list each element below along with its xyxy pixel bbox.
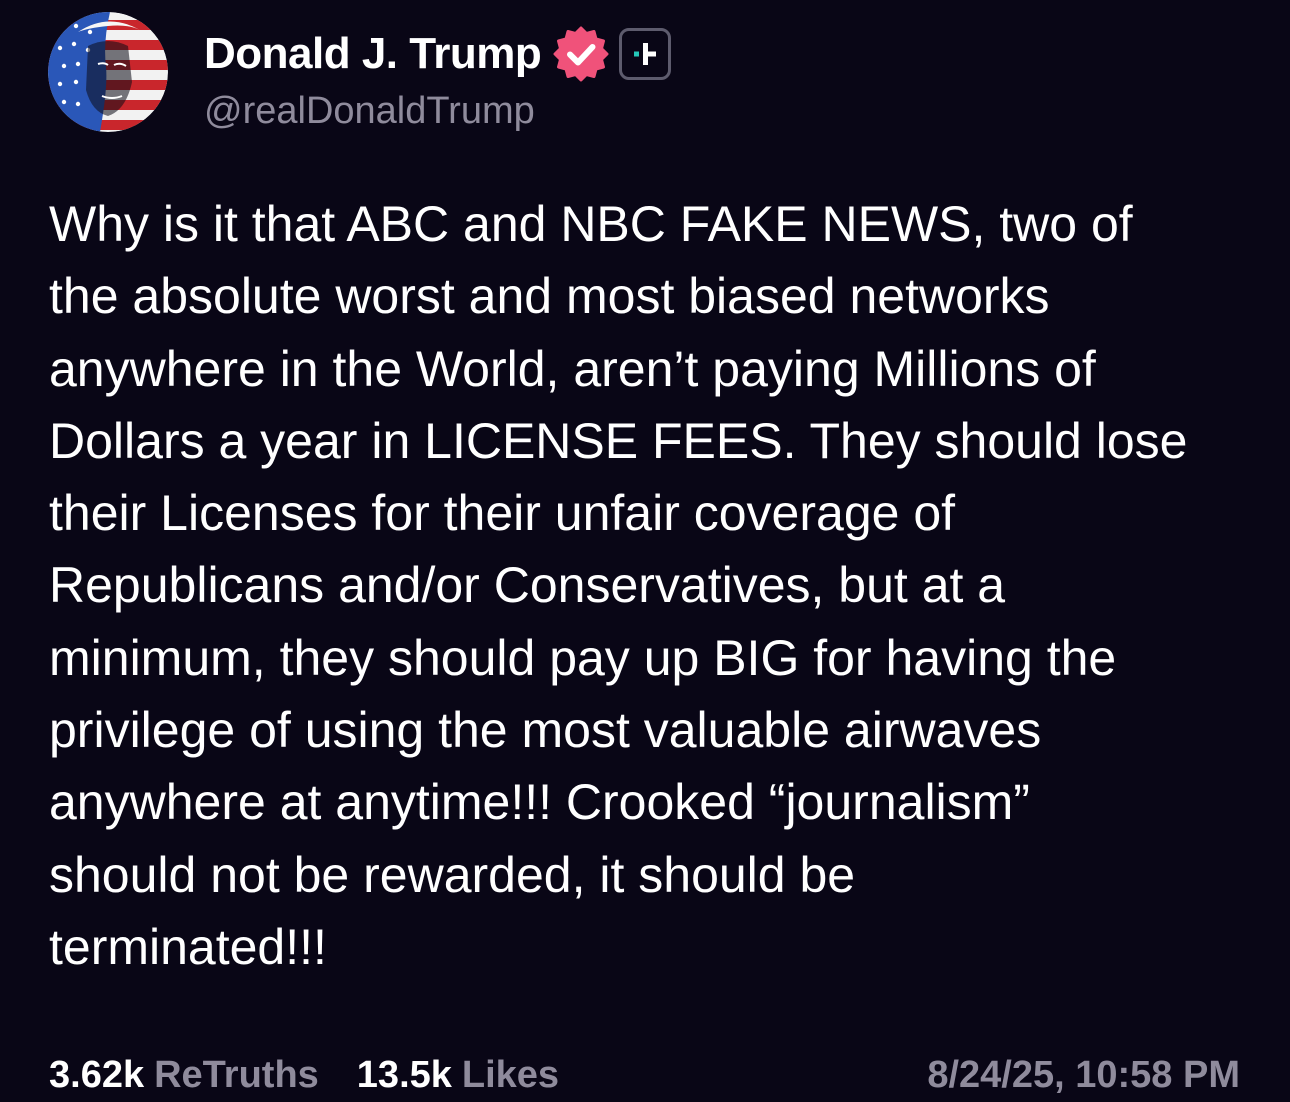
likes-stat[interactable]: 13.5k Likes xyxy=(357,1054,559,1097)
name-row: Donald J. Trump xyxy=(204,24,672,84)
post-body: Why is it that ABC and NBC FAKE NEWS, tw… xyxy=(49,196,1188,975)
avatar[interactable] xyxy=(48,12,168,132)
retruths-label: ReTruths xyxy=(154,1053,319,1096)
likes-count: 13.5k xyxy=(356,1053,452,1096)
author-name[interactable]: Donald J. Trump xyxy=(204,29,542,79)
post-footer: 3.62k ReTruths 13.5k Likes 8/24/25, 10:5… xyxy=(49,1048,1240,1102)
verified-badge-icon xyxy=(553,26,609,82)
author-identity: Donald J. Trump @realDonaldTrump xyxy=(204,24,672,133)
retruths-stat[interactable]: 3.62k ReTruths xyxy=(49,1054,319,1097)
flag-portrait-avatar-icon xyxy=(48,12,168,132)
plus-badge-icon xyxy=(619,28,672,80)
post-header: Donald J. Trump @realDonaldTrump xyxy=(48,12,672,133)
retruths-count: 3.62k xyxy=(49,1053,145,1096)
author-handle[interactable]: @realDonaldTrump xyxy=(204,90,671,133)
likes-label: Likes xyxy=(461,1053,560,1096)
post-timestamp[interactable]: 8/24/25, 10:58 PM xyxy=(927,1054,1240,1097)
